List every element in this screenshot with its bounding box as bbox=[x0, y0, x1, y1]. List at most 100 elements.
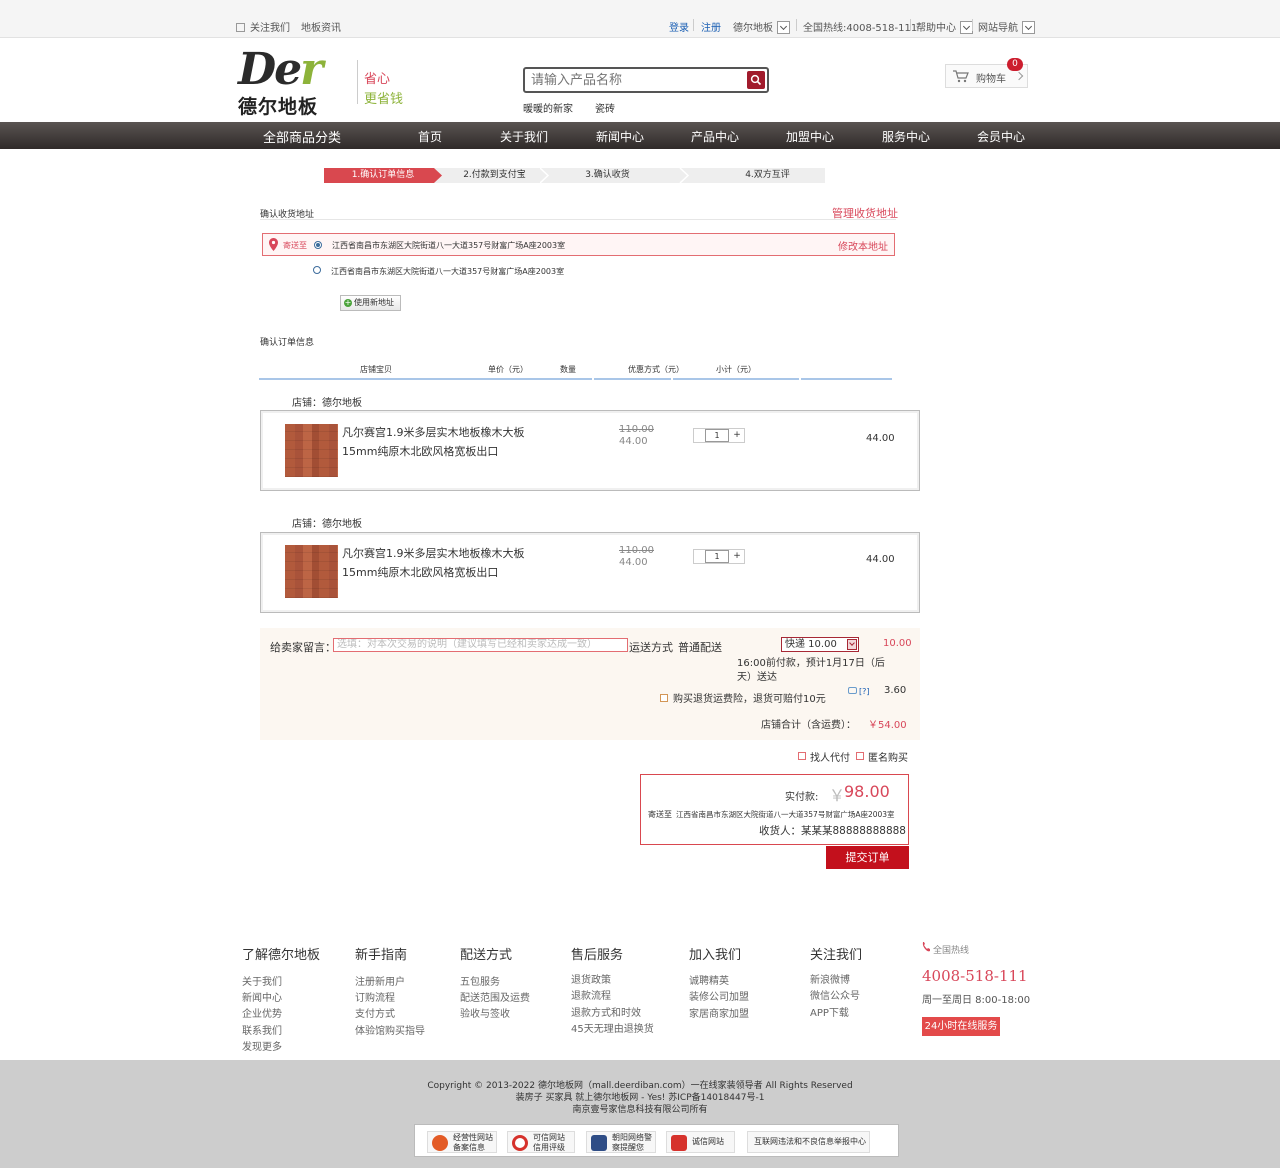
footer-link[interactable]: 体验馆购买指导 bbox=[355, 1022, 425, 1037]
nav-item-news[interactable]: 新闻中心 bbox=[596, 128, 644, 145]
nav-all-categories[interactable]: 全部商品分类 bbox=[263, 127, 341, 146]
item-subtotal: 44.00 bbox=[866, 433, 895, 444]
footer-link[interactable]: 发现更多 bbox=[242, 1038, 282, 1053]
footer-link[interactable]: 新浪微博 bbox=[810, 971, 850, 986]
footer-link[interactable]: 微信公众号 bbox=[810, 987, 860, 1002]
phone-icon bbox=[922, 942, 930, 952]
col-header-price: 单价（元） bbox=[488, 365, 528, 374]
footer-link[interactable]: 配送范围及运费 bbox=[460, 989, 530, 1004]
floor-news-link[interactable]: 地板资讯 bbox=[301, 19, 341, 34]
amount-label: 实付款: bbox=[785, 792, 819, 803]
col-header-item: 店铺宝贝 bbox=[360, 365, 392, 374]
quantity-input[interactable]: 1 bbox=[705, 550, 729, 563]
footer-link[interactable]: 退货政策 bbox=[571, 971, 611, 986]
shipping-select[interactable]: 快递 10.00 bbox=[781, 637, 859, 652]
footer-link[interactable]: 45天无理由退换货 bbox=[571, 1020, 654, 1035]
shop-name[interactable]: 店铺：德尔地板 bbox=[292, 515, 362, 530]
submit-order-button[interactable]: 提交订单 bbox=[826, 846, 909, 869]
site-nav-menu[interactable]: 网站导航 bbox=[978, 19, 1035, 35]
item-subtotal: 44.00 bbox=[866, 554, 895, 565]
hot-search-2[interactable]: 瓷砖 bbox=[595, 100, 615, 115]
plus-icon: + bbox=[344, 298, 352, 307]
hotline-label: 全国热线 bbox=[933, 946, 970, 956]
decrease-button[interactable] bbox=[694, 429, 704, 442]
badge-business-site[interactable]: 经营性网站 备案信息 bbox=[427, 1131, 497, 1153]
nav-item-service[interactable]: 服务中心 bbox=[882, 128, 930, 145]
help-center-menu[interactable]: 帮助中心 bbox=[916, 19, 973, 35]
footer-link[interactable]: 退款流程 bbox=[571, 987, 611, 1002]
yen-symbol: ￥ bbox=[829, 786, 846, 805]
service-hours: 周一至周日 8:00-18:00 bbox=[922, 995, 1031, 1006]
address-radio[interactable] bbox=[313, 266, 321, 274]
decrease-button[interactable] bbox=[694, 550, 704, 563]
badge-integrity[interactable]: 诚信网站 bbox=[666, 1131, 735, 1153]
trust-badges: 经营性网站 备案信息 可信网站 信用评级 朝阳网络警 察提醒您 诚信网站 互联网违法和… bbox=[414, 1124, 899, 1157]
quantity-input[interactable]: 1 bbox=[705, 429, 729, 442]
logo[interactable]: Der bbox=[238, 48, 323, 92]
footer-link[interactable]: 企业优势 bbox=[242, 1005, 282, 1020]
original-price: 110.00 bbox=[619, 545, 654, 556]
online-service-button[interactable]: 24小时在线服务 bbox=[922, 1017, 1000, 1036]
product-name[interactable]: 凡尔赛宫1.9米多层实木地板橡木大板15mm纯原木北欧风格宽板出口 bbox=[342, 544, 527, 582]
original-price: 110.00 bbox=[619, 424, 654, 435]
header-underline bbox=[673, 378, 799, 380]
badge-police[interactable]: 朝阳网络警 察提醒您 bbox=[586, 1131, 656, 1153]
increase-button[interactable]: + bbox=[732, 429, 742, 442]
increase-button[interactable]: + bbox=[732, 550, 742, 563]
badge-report-center[interactable]: 互联网违法和不良信息举报中心 bbox=[747, 1131, 870, 1153]
modify-address-link[interactable]: 修改本地址 bbox=[838, 238, 888, 253]
footer-link[interactable]: 联系我们 bbox=[242, 1022, 282, 1037]
anonymous-label: 匿名购买 bbox=[868, 753, 908, 764]
anonymous-checkbox[interactable] bbox=[856, 752, 864, 760]
footer-link[interactable]: 家居商家加盟 bbox=[689, 1005, 749, 1020]
insurance-label: 购买退货运费险，退货可赔付10元 bbox=[673, 694, 826, 705]
footer-link[interactable]: 支付方式 bbox=[355, 1005, 395, 1020]
cart-button[interactable]: 购物车 0 bbox=[945, 58, 1028, 88]
shield-icon bbox=[432, 1135, 448, 1151]
footer-link[interactable]: 退款方式和时效 bbox=[571, 1004, 641, 1019]
selected-address-row[interactable]: 寄送至 江西省南昌市东湖区大院街道八一大道357号财富广场A座2003室 修改本… bbox=[262, 233, 895, 256]
insurance-checkbox[interactable] bbox=[660, 694, 668, 702]
hot-search-1[interactable]: 暖暖的新家 bbox=[523, 100, 573, 115]
col-header-qty: 数量 bbox=[560, 365, 576, 374]
footer-link[interactable]: 验收与签收 bbox=[460, 1005, 510, 1020]
nav-item-home[interactable]: 首页 bbox=[418, 128, 442, 145]
nav-item-products[interactable]: 产品中心 bbox=[691, 128, 739, 145]
footer-link[interactable]: 新闻中心 bbox=[242, 989, 282, 1004]
divider bbox=[972, 19, 973, 31]
badge-trusted-site[interactable]: 可信网站 信用评级 bbox=[507, 1131, 575, 1153]
site-select[interactable]: 德尔地板 bbox=[733, 19, 790, 35]
address-radio-selected[interactable] bbox=[314, 241, 322, 249]
footer-link[interactable]: 订购流程 bbox=[355, 989, 395, 1004]
use-new-address-button[interactable]: + 使用新地址 bbox=[340, 295, 401, 311]
register-link[interactable]: 注册 bbox=[701, 19, 721, 34]
footer-col-title: 配送方式 bbox=[460, 948, 513, 963]
footer-link[interactable]: APP下载 bbox=[810, 1004, 849, 1019]
divider bbox=[357, 60, 358, 104]
footer-link[interactable]: 注册新用户 bbox=[355, 973, 405, 988]
cart-label: 购物车 bbox=[976, 74, 1006, 85]
footer-link[interactable]: 关于我们 bbox=[242, 973, 282, 988]
footer-link[interactable]: 装修公司加盟 bbox=[689, 988, 749, 1003]
footer-link[interactable]: 五包服务 bbox=[460, 973, 500, 988]
chevron-right-icon bbox=[1014, 71, 1024, 81]
quantity-stepper: 1 + bbox=[693, 549, 745, 564]
shop-name[interactable]: 店铺：德尔地板 bbox=[292, 394, 362, 409]
insurance-fee: 3.60 bbox=[884, 685, 907, 696]
footer-link[interactable]: 诚聘精英 bbox=[689, 972, 729, 987]
nav-item-member[interactable]: 会员中心 bbox=[977, 128, 1025, 145]
follow-link[interactable]: 关注我们 bbox=[236, 19, 290, 34]
seller-message-input[interactable]: 选填：对本次交易的说明（建议填写已经和卖家达成一致） bbox=[333, 638, 628, 652]
product-thumbnail[interactable] bbox=[285, 424, 338, 477]
proxy-pay-checkbox[interactable] bbox=[798, 752, 806, 760]
search-input[interactable] bbox=[531, 71, 741, 89]
product-name[interactable]: 凡尔赛宫1.9米多层实木地板橡木大板15mm纯原木北欧风格宽板出口 bbox=[342, 423, 527, 461]
nav-item-franchise[interactable]: 加盟中心 bbox=[786, 128, 834, 145]
insurance-help[interactable]: [?] bbox=[848, 687, 870, 696]
footer-col-title: 了解德尔地板 bbox=[242, 948, 321, 963]
search-button[interactable] bbox=[747, 71, 765, 89]
login-link[interactable]: 登录 bbox=[669, 19, 689, 34]
nav-item-about[interactable]: 关于我们 bbox=[500, 128, 548, 145]
cart-icon bbox=[953, 70, 969, 83]
product-thumbnail[interactable] bbox=[285, 545, 338, 598]
